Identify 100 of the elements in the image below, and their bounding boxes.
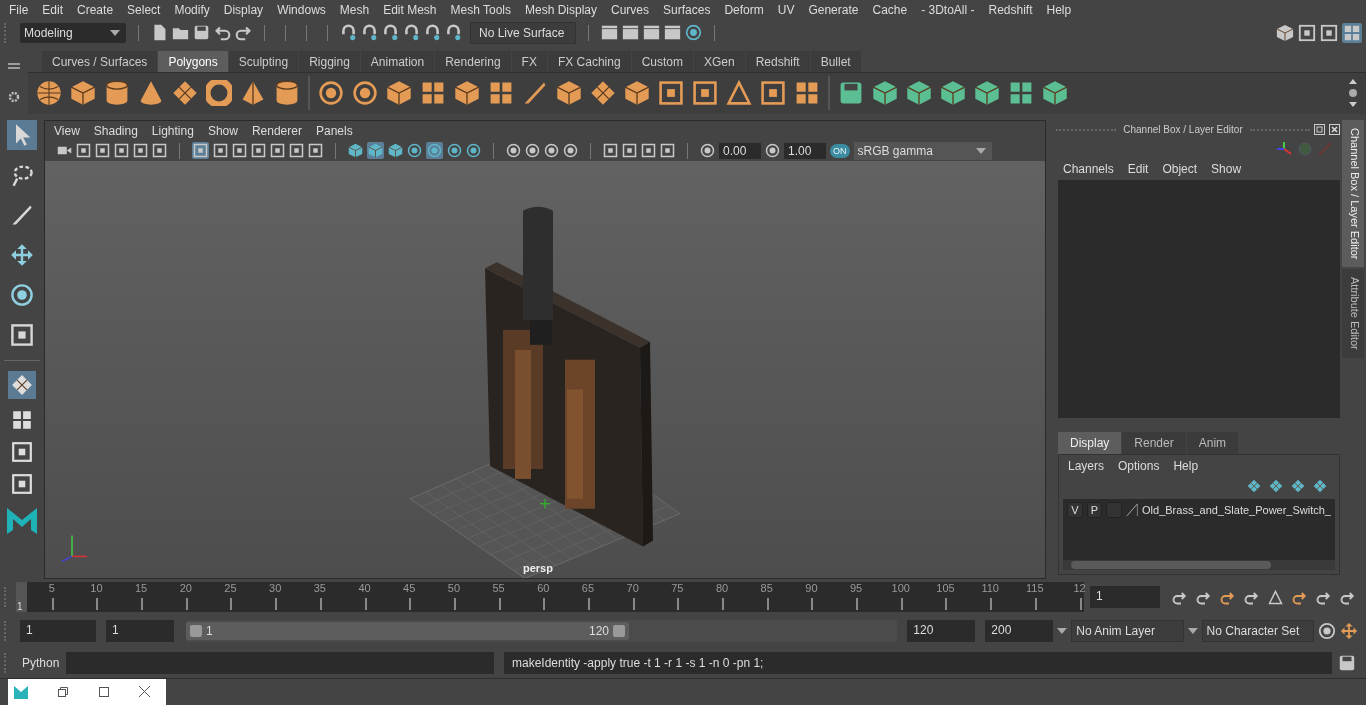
cylinder-icon[interactable] [104,80,130,107]
menu-icon[interactable] [8,62,20,69]
playback-start-field[interactable]: 1 [106,620,174,643]
menu-item[interactable]: Display [216,3,271,17]
move-icon[interactable] [10,242,34,267]
layer-editor-tab[interactable]: Render [1122,431,1186,454]
horizontal-scrollbar[interactable] [1063,560,1335,571]
menu-item[interactable]: Surfaces [656,3,718,17]
menu-item[interactable]: Channels [1056,161,1121,176]
menu-item[interactable]: Mesh [332,3,377,17]
menu-item[interactable]: Shading [86,123,145,138]
menu-item[interactable]: Select [120,3,168,17]
side-tab[interactable]: Channel Box / Layer Editor [1342,119,1364,268]
range-slider[interactable]: 1 120 [186,622,629,641]
menu-item[interactable]: Renderer [244,123,309,138]
menu-item[interactable]: Help [1166,458,1206,473]
shelf-tab[interactable]: Animation [360,50,435,72]
character-set-dropdown[interactable]: No Character Set [1201,620,1314,643]
save-icon[interactable] [193,24,210,42]
menu-item[interactable]: Options [1111,458,1167,473]
caret-icon[interactable] [110,29,120,36]
cube-icon[interactable] [70,80,96,107]
menu-item[interactable]: Create [70,3,121,17]
menu-item[interactable]: UV [770,3,802,17]
menu-item[interactable]: Show [200,123,245,138]
color-management-toggle[interactable]: ON [830,143,850,158]
minimized-window[interactable] [8,679,166,705]
gamma-field[interactable]: 1.00 [784,142,826,159]
axis-icon[interactable] [1276,140,1292,157]
layer-editor-tab[interactable]: Display [1058,431,1122,454]
command-input-field[interactable] [66,652,494,674]
menu-item[interactable]: Edit Mesh [376,3,444,17]
current-frame-marker[interactable]: 1 [16,582,27,613]
layer-editor-tab[interactable]: Anim [1186,431,1239,454]
time-slider[interactable]: 1 5 10 15 20 25 30 35 40 45 50 55 60 65 70 75 80 85 90 95 100 105 110 115 12 [16,582,1084,613]
menu-item[interactable]: View [47,123,87,138]
lasso-icon[interactable] [10,162,34,187]
menu-item[interactable]: Windows [270,3,333,17]
shelf-tab[interactable]: Curves / Surfaces [42,50,158,72]
shelf-tab[interactable]: Redshift [745,50,810,72]
caret-icon[interactable] [1187,628,1198,635]
magnet-icon[interactable] [445,24,462,42]
menu-item[interactable]: Panels [308,123,360,138]
layer-name[interactable]: Old_Brass_and_Slate_Power_Switch_ [1142,503,1331,516]
menu-item[interactable]: Curves [604,3,657,17]
shelf-tab[interactable]: XGen [693,50,745,72]
file-icon[interactable] [151,24,168,42]
rotate-icon[interactable] [10,282,34,307]
menu-item[interactable]: Deform [717,3,771,17]
shelf-tab[interactable]: FX Caching [547,50,631,72]
shelf-tab[interactable]: Rendering [435,50,511,72]
caret-icon[interactable] [1057,628,1068,635]
current-frame-field[interactable]: 1 [1090,586,1160,609]
shelf-tab[interactable]: FX [511,50,547,72]
shelf-scroll-icon[interactable] [1348,78,1358,109]
shelf-tab[interactable]: Polygons [158,50,228,72]
float-icon[interactable] [1314,124,1325,136]
menu-item[interactable]: File [2,3,36,17]
playback-toggle[interactable]: P [1086,501,1103,518]
color-space-dropdown[interactable]: sRGB gamma [853,141,992,160]
shelf-tab[interactable]: Custom [631,50,693,72]
command-language-label[interactable]: Python [22,656,60,670]
exposure-field[interactable]: 0.00 [719,142,761,159]
shelf-tab[interactable]: Bullet [810,50,861,72]
menu-item[interactable]: Redshift [981,3,1040,17]
menu-item[interactable]: Mesh Tools [443,3,518,17]
maya-logo-icon[interactable] [14,685,28,699]
torus-icon[interactable] [206,80,232,107]
menu-item[interactable]: Layers [1061,458,1112,473]
restore-icon[interactable] [58,687,69,697]
undo-icon[interactable] [214,24,231,42]
menu-item[interactable]: Modify [167,3,217,17]
cone-icon[interactable] [138,80,164,107]
plane-icon[interactable] [172,80,198,107]
menu-item[interactable]: - 3DtoAll - [914,3,982,17]
menu-item[interactable]: Object [1155,161,1205,176]
side-tab[interactable]: Attribute Editor [1342,269,1364,359]
menu-item[interactable]: Generate [801,3,866,17]
shelf-tab[interactable]: Sculpting [228,50,299,72]
menu-item[interactable]: Lighting [144,123,201,138]
settings-icon[interactable] [8,90,20,103]
menu-item[interactable]: Edit [1120,161,1156,176]
pyramid-icon[interactable] [240,80,266,107]
live-surface-field[interactable]: No Live Surface [470,21,576,44]
menu-item[interactable]: Edit [35,3,71,17]
shelf-tab[interactable]: Rigging [299,50,360,72]
end-time-field[interactable]: 200 [985,620,1054,643]
anim-layer-dropdown[interactable]: No Anim Layer [1071,620,1184,643]
mode-dropdown[interactable]: Modeling [20,22,126,43]
range-end-handle[interactable] [613,625,625,638]
close-icon[interactable] [139,686,150,698]
range-start-handle[interactable] [190,625,202,638]
start-time-field[interactable]: 1 [20,620,96,643]
menu-item[interactable]: Mesh Display [518,3,605,17]
menu-item[interactable]: Help [1039,3,1079,17]
caret-icon[interactable] [975,147,986,154]
maximize-icon[interactable] [98,687,109,697]
menu-item[interactable]: Show [1204,161,1249,176]
redo-icon[interactable] [235,24,252,42]
menu-item[interactable]: Cache [865,3,915,17]
